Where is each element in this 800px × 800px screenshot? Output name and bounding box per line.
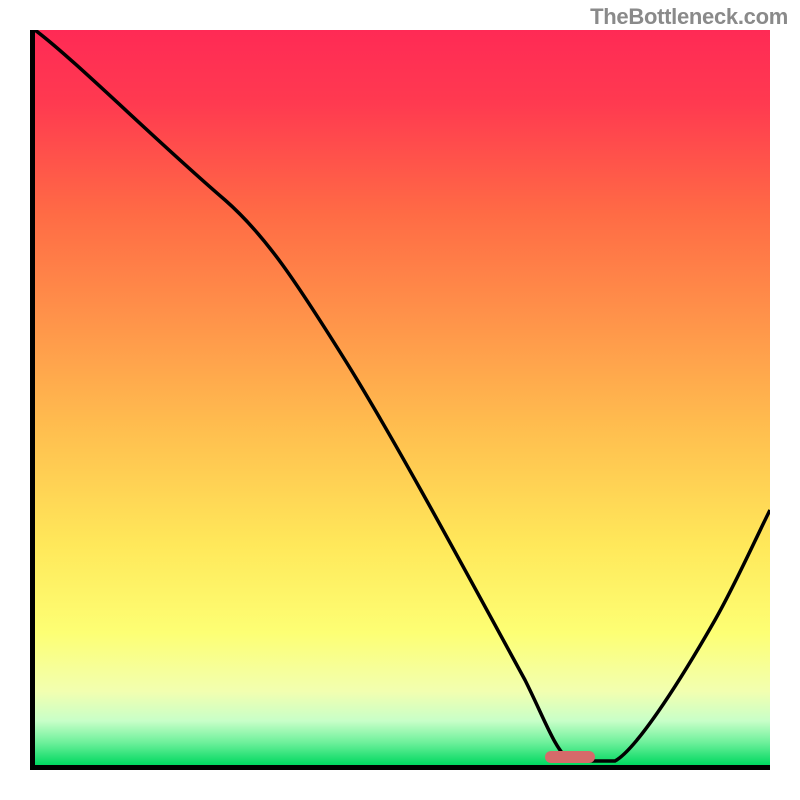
optimal-range-marker <box>545 751 595 763</box>
bottleneck-curve <box>35 30 770 765</box>
watermark-text: TheBottleneck.com <box>590 4 788 30</box>
plot-area <box>30 30 770 770</box>
chart-container: TheBottleneck.com <box>0 0 800 800</box>
curve-path <box>35 30 770 761</box>
